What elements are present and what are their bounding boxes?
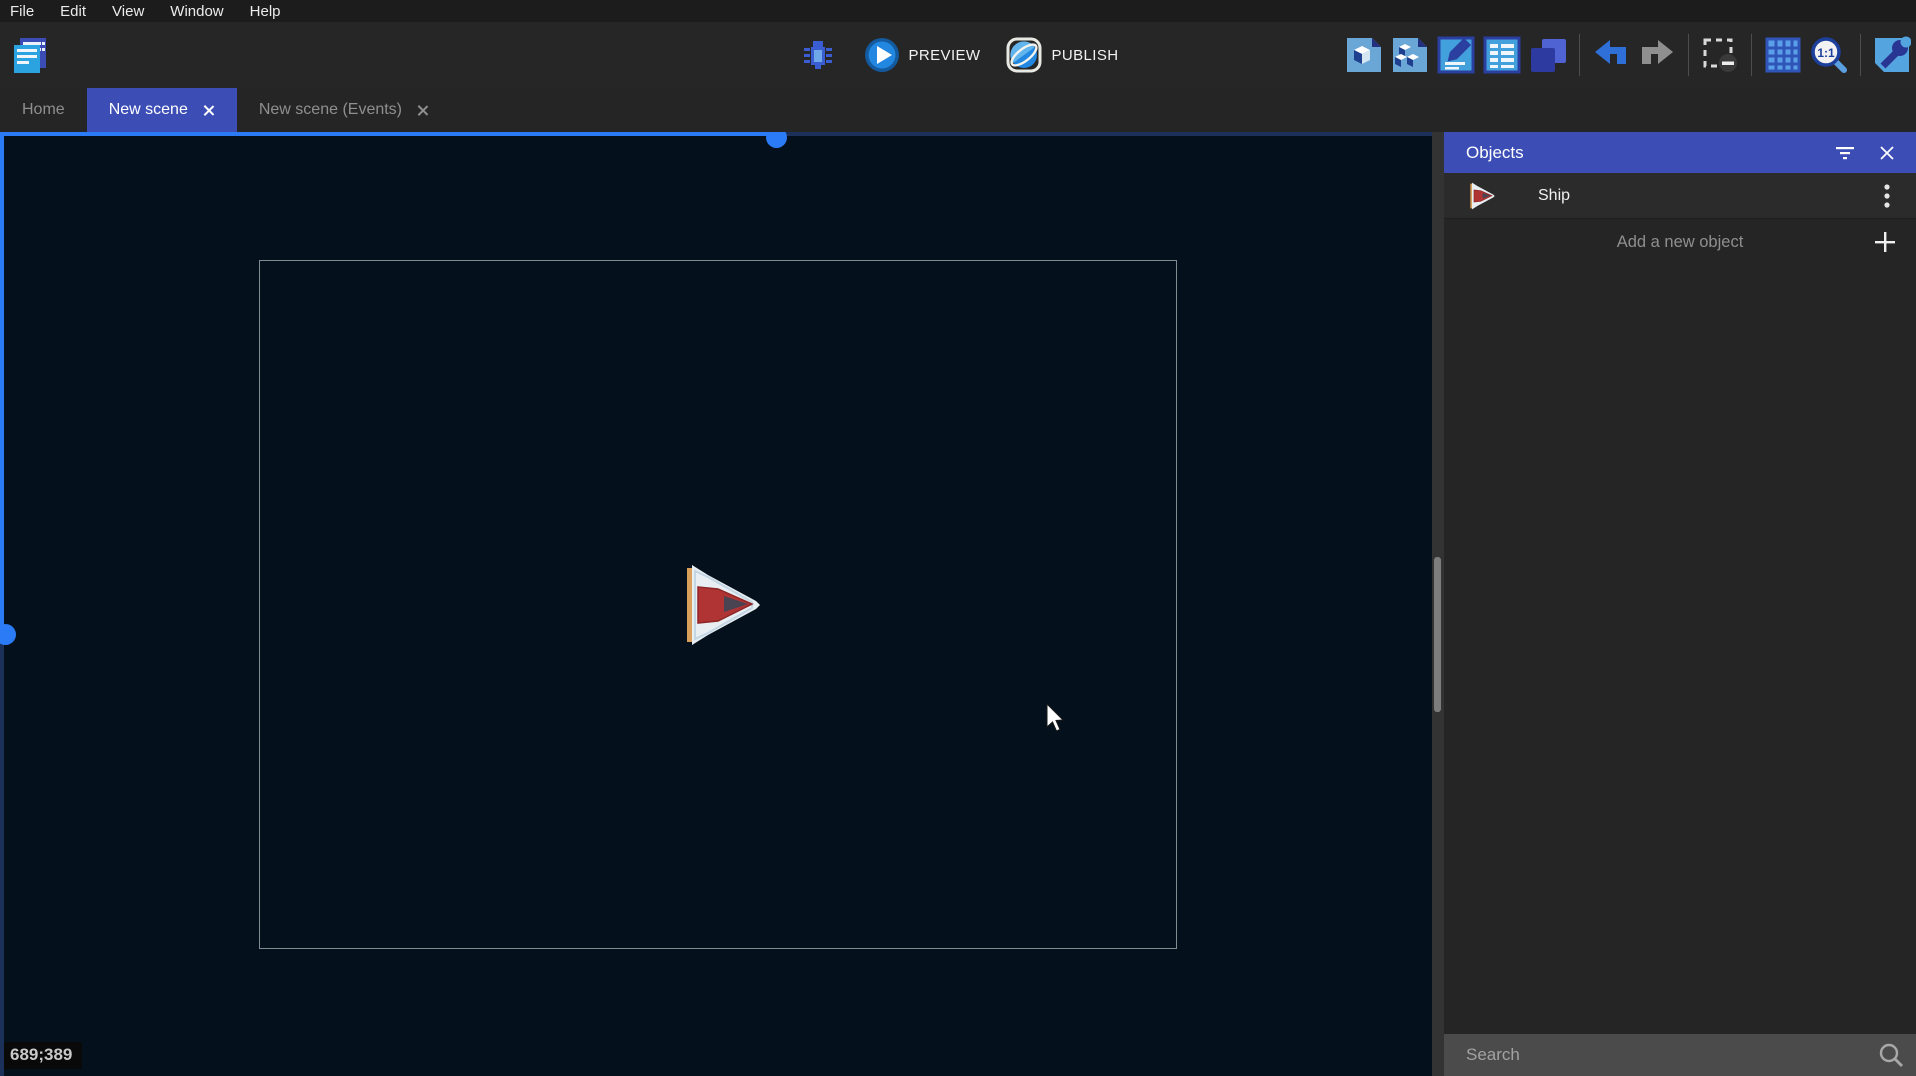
close-panel-button[interactable] <box>1870 136 1904 170</box>
filter-icon <box>1835 145 1855 161</box>
zoom-original-icon: 1:1 <box>1810 36 1848 74</box>
redo-icon <box>1639 38 1675 72</box>
toolbar-separator <box>1751 34 1752 76</box>
horizontal-scrollbar-track[interactable] <box>0 132 770 136</box>
cursor-coordinates: 689;389 <box>4 1042 82 1069</box>
vertical-scrollbar-track[interactable] <box>0 132 4 628</box>
main-area: 689;389 Objects <box>0 132 1916 1076</box>
redo-button[interactable] <box>1637 35 1677 75</box>
objects-list-icon <box>1345 36 1383 74</box>
search-icon <box>1878 1042 1904 1068</box>
undo-button[interactable] <box>1591 35 1631 75</box>
tab-new-scene-events[interactable]: New scene (Events) <box>237 88 451 132</box>
publish-button[interactable]: PUBLISH <box>1006 37 1118 73</box>
add-new-object-button[interactable]: Add a new object <box>1444 220 1916 264</box>
ship-instance[interactable] <box>682 563 762 647</box>
panel-divider[interactable] <box>1432 132 1444 1076</box>
tab-home[interactable]: Home <box>0 88 87 132</box>
vertical-scrollbar-thumb[interactable] <box>0 624 16 645</box>
close-icon[interactable] <box>416 104 429 117</box>
debug-button[interactable] <box>798 35 838 75</box>
instances-list-button[interactable] <box>1482 35 1522 75</box>
object-menu-button[interactable] <box>1872 181 1902 211</box>
menu-window[interactable]: Window <box>170 3 223 20</box>
scene-canvas[interactable]: 689;389 <box>0 132 1432 1076</box>
instances-list-icon <box>1483 36 1521 74</box>
filter-button[interactable] <box>1828 136 1862 170</box>
tab-home-label: Home <box>22 101 65 119</box>
scene-properties-button[interactable] <box>1872 35 1912 75</box>
undo-icon <box>1593 38 1629 72</box>
properties-button[interactable] <box>1436 35 1476 75</box>
search-input[interactable] <box>1444 1034 1916 1076</box>
objects-list-button[interactable] <box>1344 35 1384 75</box>
project-manager-button[interactable] <box>6 31 54 79</box>
svg-text:1:1: 1:1 <box>1817 46 1835 60</box>
debug-icon <box>801 38 835 72</box>
horizontal-scrollbar-track[interactable] <box>770 132 1432 136</box>
layers-icon <box>1529 36 1567 74</box>
object-groups-button[interactable] <box>1390 35 1430 75</box>
objects-panel-header: Objects <box>1444 132 1916 173</box>
properties-icon <box>1437 36 1475 74</box>
objects-panel-title: Objects <box>1466 143 1828 163</box>
object-search-bar <box>1444 1034 1916 1076</box>
editor-tabs: Home New scene New scene (Events) <box>0 88 1916 132</box>
menu-file[interactable]: File <box>10 3 34 20</box>
layers-button[interactable] <box>1528 35 1568 75</box>
toolbar: PREVIEW PUBLISH <box>0 22 1916 88</box>
publish-icon <box>1006 37 1042 73</box>
toolbar-separator <box>1688 34 1689 76</box>
publish-label: PUBLISH <box>1051 47 1118 64</box>
scene-properties-icon <box>1873 36 1911 74</box>
tab-new-scene[interactable]: New scene <box>87 88 237 132</box>
add-new-object-label: Add a new object <box>1617 233 1744 252</box>
grid-button[interactable] <box>1763 35 1803 75</box>
preview-label: PREVIEW <box>909 47 981 64</box>
divider-scrollbar-thumb[interactable] <box>1434 557 1441 712</box>
menu-bar: File Edit View Window Help <box>0 0 1916 22</box>
close-icon <box>1879 145 1895 161</box>
preview-button[interactable]: PREVIEW <box>864 37 981 73</box>
object-groups-icon <box>1391 36 1429 74</box>
object-row-ship[interactable]: Ship <box>1444 173 1916 219</box>
objects-panel: Objects Ship <box>1444 132 1916 1076</box>
menu-help[interactable]: Help <box>250 3 281 20</box>
menu-view[interactable]: View <box>112 3 144 20</box>
deselect-icon <box>1702 37 1738 73</box>
zoom-original-button[interactable]: 1:1 <box>1809 35 1849 75</box>
toolbar-separator <box>1579 34 1580 76</box>
plus-icon[interactable] <box>1870 227 1900 257</box>
grid-icon <box>1765 37 1801 73</box>
kebab-menu-icon <box>1884 184 1890 208</box>
object-name: Ship <box>1538 187 1872 205</box>
close-icon[interactable] <box>202 104 215 117</box>
menu-edit[interactable]: Edit <box>60 3 86 20</box>
horizontal-scrollbar-thumb[interactable] <box>766 132 787 148</box>
tab-new-scene-label: New scene <box>109 101 188 119</box>
project-manager-icon <box>9 34 51 76</box>
preview-icon <box>864 37 900 73</box>
vertical-scrollbar-track[interactable] <box>0 628 4 1076</box>
deselect-button[interactable] <box>1700 35 1740 75</box>
tab-new-scene-events-label: New scene (Events) <box>259 101 402 119</box>
ship-thumbnail-icon <box>1468 182 1496 210</box>
toolbar-separator <box>1860 34 1861 76</box>
